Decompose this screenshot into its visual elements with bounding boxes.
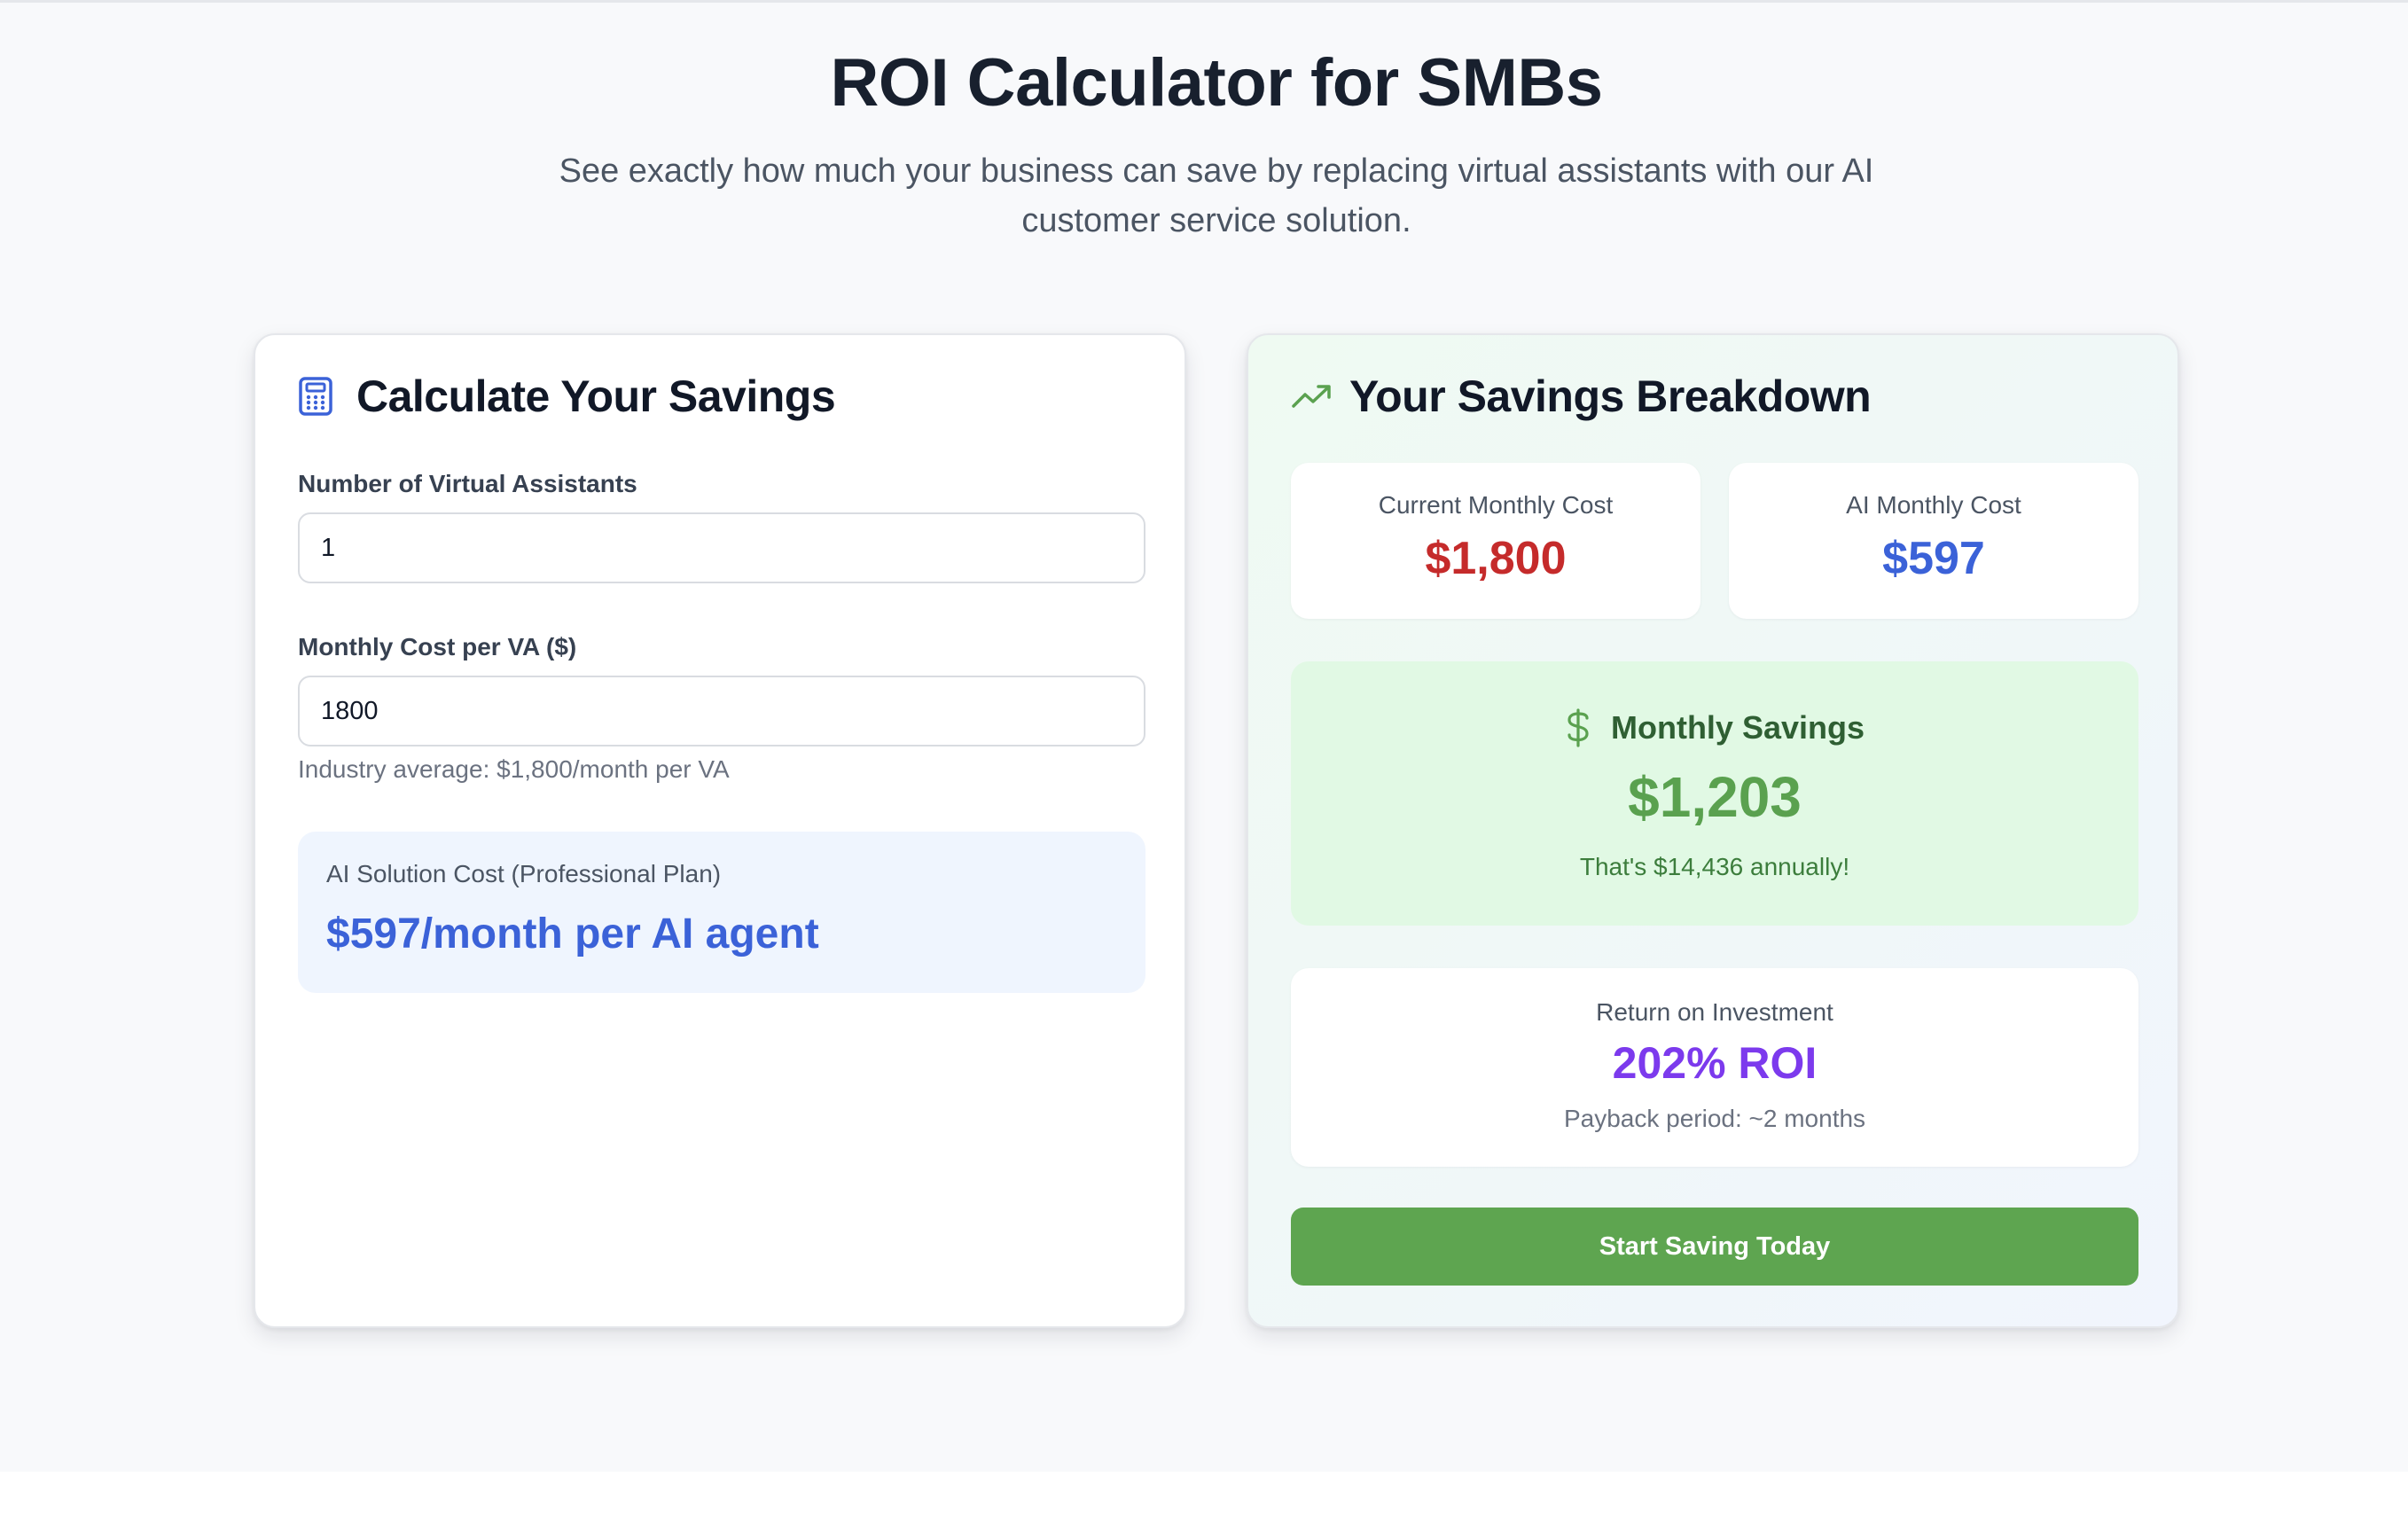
current-cost-label: Current Monthly Cost [1378,491,1614,519]
current-cost-value: $1,800 [1425,533,1567,584]
ai-cost-box: AI Monthly Cost $597 [1729,463,2138,619]
va-cost-label: Monthly Cost per VA ($) [298,633,577,660]
monthly-savings-box: Monthly Savings $1,203 That's $14,436 an… [1291,661,2138,926]
ai-cost-value: $597 [1882,533,1985,584]
start-saving-button[interactable]: Start Saving Today [1291,1208,2138,1286]
calculator-card: Calculate Your Savings Number of Virtual… [254,333,1186,1328]
savings-breakdown-card: Your Savings Breakdown Current Monthly C… [1247,333,2179,1328]
monthly-savings-label: Monthly Savings [1610,709,1865,746]
monthly-savings-header: Monthly Savings [1291,707,2138,748]
calculator-card-header: Calculate Your Savings [298,371,836,422]
roi-box: Return on Investment 202% ROI Payback pe… [1291,968,2138,1167]
roi-value: 202% ROI [1612,1038,1818,1088]
annual-savings-note: That's $14,436 annually! [1579,853,1850,880]
roi-label: Return on Investment [1596,998,1833,1026]
current-cost-box: Current Monthly Cost $1,800 [1291,463,1700,619]
monthly-savings-value: $1,203 [1628,765,1802,829]
ai-solution-cost-box: AI Solution Cost (Professional Plan) $59… [298,832,1145,993]
ai-solution-cost-value: $597/month per AI agent [326,911,819,958]
ai-cost-label: AI Monthly Cost [1846,491,2021,519]
payback-period: Payback period: ~2 months [1563,1105,1866,1132]
ai-solution-cost-label: AI Solution Cost (Professional Plan) [326,860,722,887]
page-subtitle: See exactly how much your business can s… [559,152,1874,239]
va-cost-input[interactable] [298,676,1145,746]
calculator-icon [298,376,339,417]
trending-up-icon [1291,376,1332,417]
calculator-card-title: Calculate Your Savings [356,371,836,421]
va-count-label: Number of Virtual Assistants [298,470,637,497]
va-cost-hint: Industry average: $1,800/month per VA [298,755,730,783]
breakdown-card-title: Your Savings Breakdown [1349,371,1872,421]
page-title: ROI Calculator for SMBs [830,45,1603,121]
dollar-icon [1565,707,1591,748]
breakdown-card-header: Your Savings Breakdown [1291,371,1872,422]
va-count-input[interactable] [298,512,1145,583]
